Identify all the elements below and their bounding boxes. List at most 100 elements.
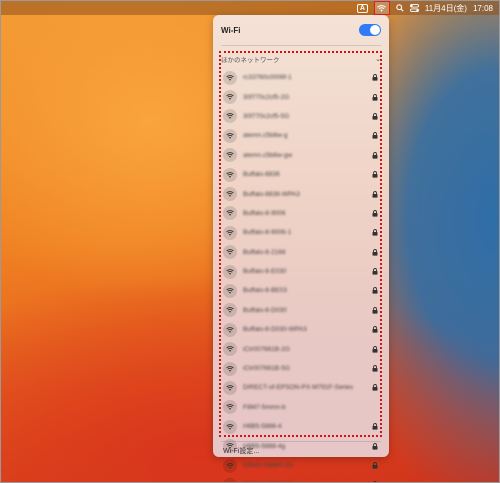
- wifi-icon: [223, 477, 237, 482]
- wifi-icon: [223, 400, 237, 415]
- network-row[interactable]: rc33760c0006f-1: [223, 68, 379, 87]
- network-row[interactable]: Buffalo-8836-WPA3: [223, 184, 379, 203]
- lock-icon: [371, 268, 379, 275]
- lock-icon: [371, 306, 379, 314]
- menubar-time[interactable]: 17:08: [473, 4, 493, 13]
- lock-icon: [371, 365, 379, 372]
- menu-bar: A 11月4日(金) 17:08: [1, 1, 499, 15]
- wifi-icon: [223, 206, 237, 221]
- wifi-icon: [223, 128, 237, 143]
- network-ssid: iCtr007661B-5G: [243, 365, 290, 373]
- network-row[interactable]: F8M7-5mmn-b: [223, 398, 379, 417]
- wifi-panel-header: Wi-Fi: [221, 23, 381, 37]
- wifi-icon: [223, 245, 237, 260]
- lock-icon: [371, 462, 379, 469]
- network-ssid: 30f770c2cf5-2G: [243, 93, 290, 101]
- network-list: rc33760c0006f-1 30f770c2cf5-2G 30f770c2cf5…: [223, 68, 379, 482]
- lock-icon: [371, 384, 379, 392]
- wifi-icon: [223, 283, 237, 298]
- network-row[interactable]: 3354A-e80b6-5G: [223, 475, 379, 482]
- wifi-icon: [223, 167, 237, 182]
- other-networks-header[interactable]: ほかのネットワーク ⌄: [221, 54, 381, 64]
- wifi-icon: [223, 70, 237, 85]
- wifi-icon: [223, 361, 237, 376]
- lock-icon: [371, 151, 379, 159]
- lock-icon: [371, 287, 379, 295]
- network-ssid: Buffalo-8836-WPA3: [243, 190, 300, 198]
- network-ssid: atemn.c5b8w-gw: [243, 151, 293, 159]
- lock-icon: [371, 442, 379, 450]
- wifi-toggle[interactable]: [359, 24, 381, 36]
- network-row[interactable]: Buffalo-8-9006-1: [223, 223, 379, 242]
- wifi-icon: [223, 148, 237, 163]
- lock-icon: [371, 326, 379, 333]
- lock-icon: [371, 171, 379, 178]
- wifi-menu-panel: Wi-Fi ほかのネットワーク ⌄ rc33760c0006f-1 30f770c…: [213, 15, 389, 482]
- divider: [221, 45, 381, 46]
- lock-icon: [371, 229, 379, 236]
- network-row[interactable]: Buffalo-8836: [223, 165, 379, 184]
- wifi-icon: [223, 322, 237, 337]
- wifi-icon: [223, 109, 237, 124]
- wifi-icon: [223, 90, 237, 105]
- network-row[interactable]: Buffalo-8-BE03: [223, 281, 379, 300]
- chevron-down-icon[interactable]: ⌄: [375, 55, 381, 63]
- network-row[interactable]: iCtr007661B-5G: [223, 359, 379, 378]
- lock-icon: [371, 210, 379, 217]
- wifi-toggle-knob: [370, 25, 380, 35]
- network-row[interactable]: Buffalo-8-E030: [223, 262, 379, 281]
- lock-icon: [371, 113, 379, 120]
- network-row[interactable]: DIRECT-of-EPSON-PX-M791F-Series: [223, 378, 379, 397]
- network-ssid: F8M7-5mmn-b: [243, 403, 286, 411]
- network-row[interactable]: Buffalo-8-2168: [223, 243, 379, 262]
- network-ssid: Buffalo-8-E030: [243, 268, 287, 276]
- network-ssid: atemn.c5b8w-g: [243, 132, 288, 140]
- control-center-icon[interactable]: [409, 4, 419, 12]
- wifi-panel-title: Wi-Fi: [221, 25, 241, 35]
- menubar-date[interactable]: 11月4日(金): [425, 3, 467, 14]
- network-ssid: rc33760c0006f-1: [243, 74, 292, 82]
- lock-icon: [371, 248, 379, 256]
- network-row[interactable]: atemn.c5b8w-gw: [223, 146, 379, 165]
- network-ssid: Buffalo-8-BE03: [243, 287, 287, 295]
- wifi-icon: [223, 264, 237, 279]
- lock-icon: [371, 345, 379, 353]
- wifi-settings-link[interactable]: Wi-Fi設定...: [223, 446, 259, 456]
- wifi-icon: [223, 187, 237, 202]
- wifi-icon: [223, 225, 237, 240]
- divider: [221, 441, 381, 442]
- network-row[interactable]: H6B5-5888-4: [223, 417, 379, 436]
- network-ssid: Buffalo-8836: [243, 171, 280, 179]
- network-ssid: Buffalo-8-D030: [243, 306, 287, 314]
- network-ssid: 30f770c2cf5-5G: [243, 112, 290, 120]
- menubar-wifi-button[interactable]: [373, 1, 390, 15]
- network-row[interactable]: Buffalo-8-D030-WPA3: [223, 320, 379, 339]
- lock-icon: [371, 93, 379, 101]
- network-ssid: DIRECT-of-EPSON-PX-M791F-Series: [243, 384, 354, 392]
- input-source-indicator[interactable]: A: [356, 3, 368, 13]
- network-ssid: H6B5-5888-4g: [243, 442, 286, 450]
- network-ssid: 3354A-58680-2G: [243, 462, 293, 469]
- network-row[interactable]: iCtr007661B-2G: [223, 339, 379, 358]
- wifi-icon: [223, 342, 237, 357]
- lock-icon: [371, 74, 379, 81]
- network-row[interactable]: Buffalo-8-9006: [223, 204, 379, 223]
- wifi-icon: [223, 380, 237, 395]
- network-ssid: Buffalo-8-9006-1: [243, 229, 292, 237]
- lock-icon: [371, 190, 379, 198]
- screenshot-frame: A 11月4日(金) 17:08 Wi-Fi ほかのネットワーク ⌄ rc337…: [0, 0, 500, 483]
- network-ssid: iCtr007661B-2G: [243, 345, 290, 353]
- network-ssid: Buffalo-8-2168: [243, 248, 286, 256]
- wifi-icon: [223, 419, 237, 434]
- network-ssid: H6B5-5888-4: [243, 423, 282, 431]
- lock-icon: [371, 423, 379, 430]
- network-row[interactable]: 30f770c2cf5-2G: [223, 87, 379, 106]
- search-icon[interactable]: [396, 4, 404, 12]
- network-row[interactable]: atemn.c5b8w-g: [223, 126, 379, 145]
- wifi-icon: [223, 458, 237, 473]
- network-ssid: Buffalo-8-9006: [243, 209, 286, 217]
- other-networks-label: ほかのネットワーク: [221, 57, 280, 64]
- network-row[interactable]: 3354A-58680-2G: [223, 456, 379, 475]
- network-row[interactable]: 30f770c2cf5-5G: [223, 107, 379, 126]
- network-row[interactable]: Buffalo-8-D030: [223, 301, 379, 320]
